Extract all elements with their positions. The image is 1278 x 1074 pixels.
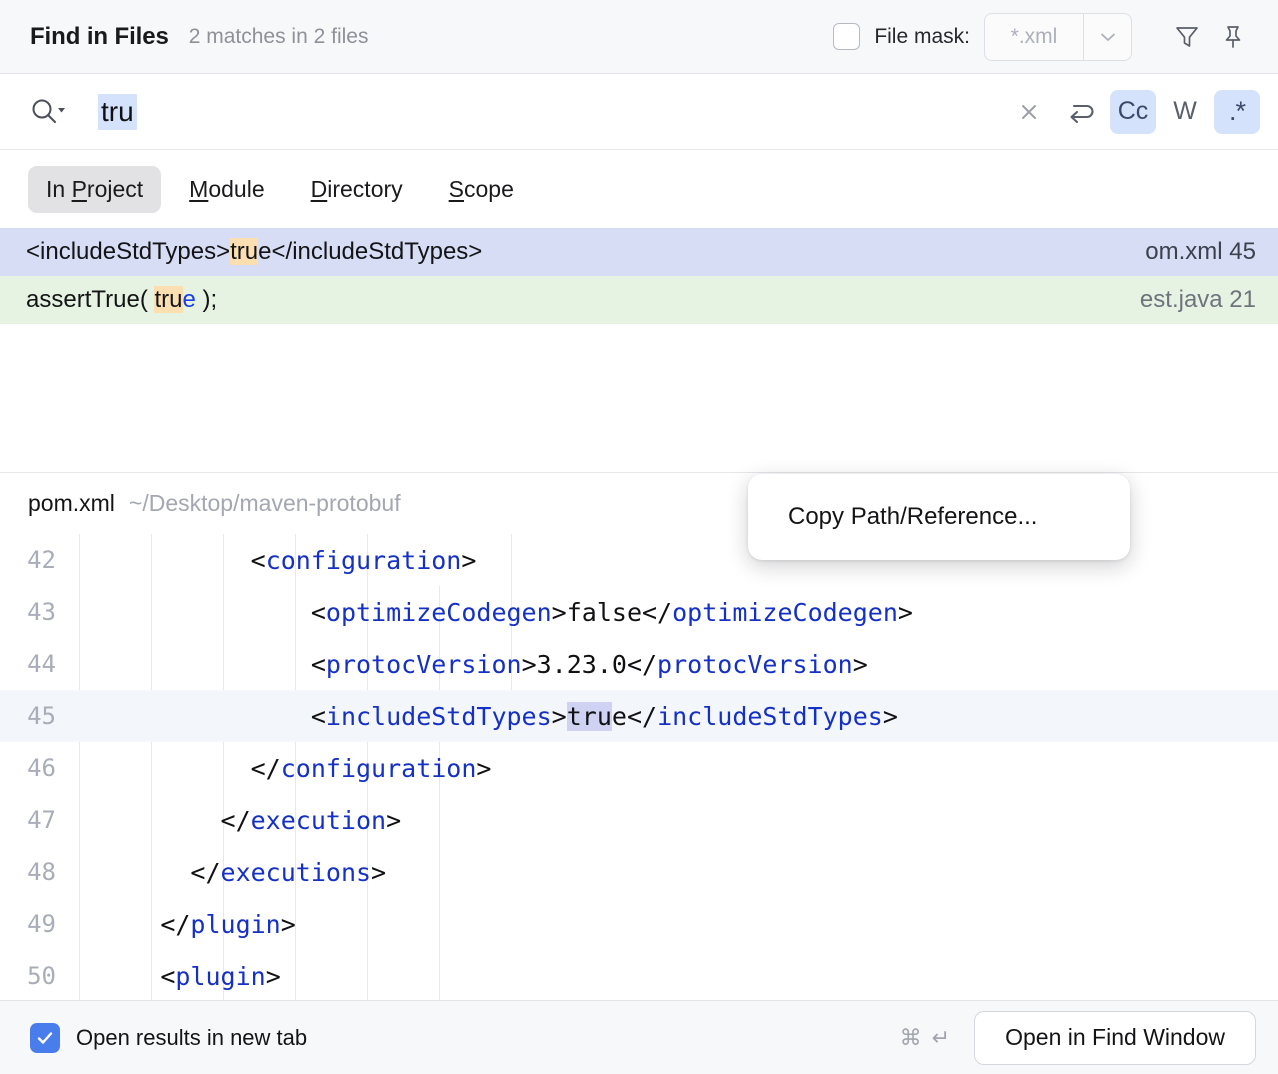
code-line[interactable]: 44 <protocVersion>3.23.0</protocVersion>	[0, 638, 1278, 690]
shortcut-hint: ⌘ ↵	[900, 1025, 953, 1051]
search-row: tru Cc W .*	[0, 74, 1278, 150]
line-number: 43	[0, 598, 66, 626]
result-snippet: <includeStdTypes>true</includeStdTypes>	[26, 238, 482, 266]
page-title: Find in Files	[30, 23, 169, 51]
code-line-text: </executions>	[66, 858, 1278, 887]
preview-file-path: ~/Desktop/maven-protobuf	[129, 490, 401, 517]
find-in-files-dialog: Find in Files 2 matches in 2 files File …	[0, 0, 1278, 1074]
clear-icon[interactable]	[1006, 89, 1052, 135]
code-line[interactable]: 49 </plugin>	[0, 898, 1278, 950]
code-line[interactable]: 43 <optimizeCodegen>false</optimizeCodeg…	[0, 586, 1278, 638]
scope-tab-scope[interactable]: Scope	[431, 166, 532, 213]
menu-item-copy-path-reference[interactable]: Copy Path/Reference...	[788, 503, 1037, 531]
scope-tabs: In Project Module Directory Scope	[0, 150, 1278, 228]
search-input-value: tru	[98, 94, 137, 130]
line-number: 50	[0, 962, 66, 990]
code-line-text: </configuration>	[66, 754, 1278, 783]
code-line-text: <plugin>	[66, 962, 1278, 991]
preview-file-name: pom.xml	[28, 490, 115, 517]
code-line[interactable]: 48 </executions>	[0, 846, 1278, 898]
code-line-text: </plugin>	[66, 910, 1278, 939]
search-input[interactable]: tru	[98, 94, 1006, 130]
result-snippet: assertTrue( true );	[26, 286, 217, 314]
code-line-text: <optimizeCodegen>false</optimizeCodegen>	[66, 598, 1278, 627]
footer-actions: ⌘ ↵ Open in Find Window	[900, 1011, 1256, 1065]
code-line[interactable]: 45 <includeStdTypes>true</includeStdType…	[0, 690, 1278, 742]
table-row[interactable]: <includeStdTypes>true</includeStdTypes> …	[0, 228, 1278, 276]
scope-tab-in-project[interactable]: In Project	[28, 166, 161, 213]
open-in-find-window-button[interactable]: Open in Find Window	[974, 1011, 1256, 1065]
code-line[interactable]: 46 </configuration>	[0, 742, 1278, 794]
scope-tab-directory[interactable]: Directory	[293, 166, 421, 213]
dialog-footer: Open results in new tab ⌘ ↵ Open in Find…	[0, 1000, 1278, 1074]
code-line-text: <includeStdTypes>true</includeStdTypes>	[66, 702, 1278, 731]
code-line-text: <protocVersion>3.23.0</protocVersion>	[66, 650, 1278, 679]
filter-icon[interactable]	[1164, 14, 1210, 60]
code-preview[interactable]: 42 <configuration>43 <optimizeCodegen>fa…	[0, 534, 1278, 1000]
open-in-new-tab-label: Open results in new tab	[76, 1025, 307, 1051]
file-mask-combobox[interactable]: *.xml	[984, 13, 1132, 61]
multiline-toggle-icon[interactable]	[1058, 89, 1104, 135]
match-summary: 2 matches in 2 files	[189, 25, 369, 49]
header-controls: File mask: *.xml	[833, 13, 1256, 61]
result-file-label: om.xml 45	[1145, 238, 1256, 266]
line-number: 46	[0, 754, 66, 782]
line-number: 47	[0, 806, 66, 834]
line-number: 44	[0, 650, 66, 678]
whole-words-toggle[interactable]: W	[1162, 90, 1208, 134]
code-line-text: </execution>	[66, 806, 1278, 835]
code-lines: 42 <configuration>43 <optimizeCodegen>fa…	[0, 534, 1278, 1000]
code-line[interactable]: 47 </execution>	[0, 794, 1278, 846]
line-number: 42	[0, 546, 66, 574]
chevron-down-icon[interactable]	[1083, 14, 1131, 60]
context-menu: Copy Path/Reference...	[748, 474, 1130, 560]
scope-tab-module[interactable]: Module	[171, 166, 282, 213]
results-empty-area	[0, 324, 1278, 472]
code-line[interactable]: 50 <plugin>	[0, 950, 1278, 1000]
line-number: 49	[0, 910, 66, 938]
match-case-toggle[interactable]: Cc	[1110, 90, 1156, 134]
search-icon[interactable]	[28, 95, 68, 129]
file-mask-value: *.xml	[985, 14, 1083, 60]
line-number: 45	[0, 702, 66, 730]
check-icon	[35, 1028, 55, 1048]
pin-icon[interactable]	[1210, 14, 1256, 60]
table-row[interactable]: assertTrue( true ); est.java 21	[0, 276, 1278, 324]
result-file-label: est.java 21	[1140, 286, 1256, 314]
results-list: <includeStdTypes>true</includeStdTypes> …	[0, 228, 1278, 472]
line-number: 48	[0, 858, 66, 886]
search-actions: Cc W .*	[1006, 89, 1260, 135]
open-in-new-tab-checkbox[interactable]	[30, 1023, 60, 1053]
file-mask-label: File mask:	[874, 25, 970, 49]
regex-toggle[interactable]: .*	[1214, 90, 1260, 134]
file-mask-checkbox[interactable]	[833, 23, 860, 50]
dialog-header: Find in Files 2 matches in 2 files File …	[0, 0, 1278, 74]
